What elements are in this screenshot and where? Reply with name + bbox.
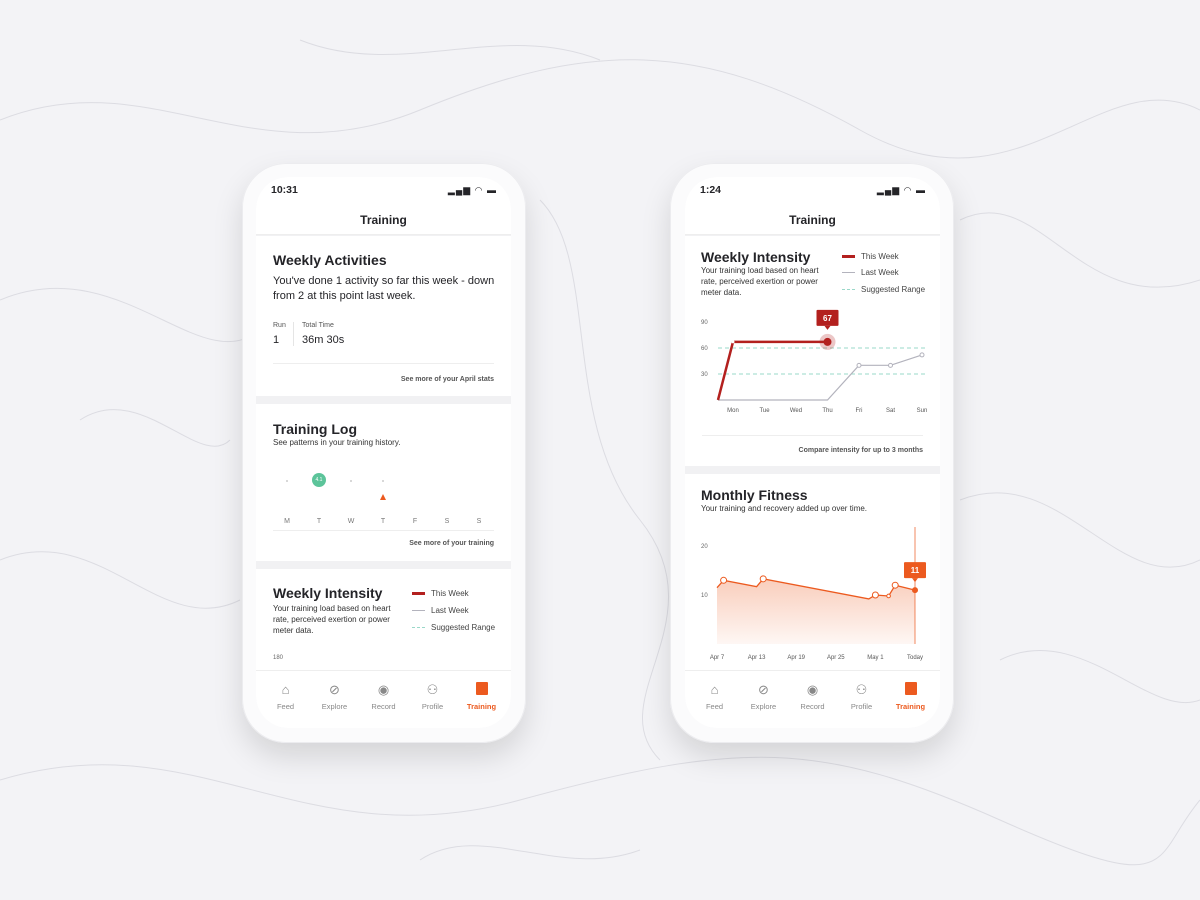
x-tick-label: Mon bbox=[727, 408, 739, 414]
legend: This Week Last Week Suggested Range bbox=[412, 587, 495, 633]
tab-training[interactable]: Training bbox=[888, 671, 934, 728]
tab-training[interactable]: Training bbox=[459, 671, 505, 728]
training-log-link[interactable]: See more of your training bbox=[409, 540, 494, 547]
home-icon: ⌂ bbox=[281, 682, 290, 697]
highlight-point bbox=[823, 337, 832, 346]
last-week-point bbox=[919, 352, 925, 358]
y-tick: 180 bbox=[273, 655, 284, 661]
y-tick-label: 10 bbox=[701, 593, 708, 599]
weekly-intensity-card: Weekly Intensity Your training load base… bbox=[256, 569, 511, 679]
record-icon: ◉ bbox=[806, 682, 819, 697]
activity-summary: You've done 1 activity so far this week … bbox=[273, 275, 495, 302]
status-icons: ▂▄▆ ◠ ▬ bbox=[447, 185, 497, 195]
y-tick-label: 30 bbox=[701, 372, 708, 378]
record-icon: ◉ bbox=[377, 682, 390, 697]
legend-last-week: Last Week bbox=[431, 605, 469, 615]
tab-explore[interactable]: ⊘ Explore bbox=[312, 671, 358, 728]
last-week-point bbox=[856, 362, 862, 368]
today-marker-icon bbox=[380, 494, 386, 500]
legend-suggested-range: Suggested Range bbox=[431, 622, 496, 632]
profile-icon: ⚇ bbox=[855, 682, 868, 697]
day-label: W bbox=[347, 518, 355, 525]
calendar-chart-icon bbox=[903, 682, 919, 698]
tab-bar: ⌂ Feed ⊘ Explore ◉ Record ⚇ Profile Training bbox=[256, 670, 511, 728]
x-tick-label: Wed bbox=[790, 408, 802, 414]
phone-left: 10:31 ▂▄▆ ◠ ▬ Training Weekly Activities… bbox=[242, 163, 526, 743]
day-label: T bbox=[316, 518, 322, 525]
april-stats-link[interactable]: See more of your April stats bbox=[401, 376, 494, 383]
fitness-point bbox=[891, 581, 899, 589]
x-tick-label: Today bbox=[907, 655, 923, 661]
profile-icon: ⚇ bbox=[426, 682, 439, 697]
compass-icon: ⊘ bbox=[329, 682, 340, 697]
x-tick-label: May 1 bbox=[867, 655, 884, 661]
charts-layer: 30 60 90 Mon Tue Wed Thu Fri Sat Sun 67 10 20 Apr 7 Ap… bbox=[701, 309, 928, 661]
card-subtitle: Your training load based on heart rate, … bbox=[273, 604, 391, 635]
fitness-point bbox=[759, 575, 767, 583]
x-tick-label: Thu bbox=[822, 408, 832, 414]
tab-bar: ⌂ Feed ⊘ Explore ◉ Record ⚇ Profile Training bbox=[685, 670, 940, 728]
card-title: Weekly Intensity bbox=[273, 585, 383, 601]
this-week-line bbox=[716, 340, 828, 401]
empty-day-dot bbox=[286, 480, 288, 482]
weekly-activities-card: Weekly Activities You've done 1 activity… bbox=[256, 236, 511, 396]
topographic-background bbox=[0, 39, 1200, 866]
y-tick-label: 90 bbox=[701, 320, 708, 326]
screen-left: 10:31 ▂▄▆ ◠ ▬ Training Weekly Activities… bbox=[256, 177, 511, 728]
training-log-card: Training Log See patterns in your traini… bbox=[256, 404, 511, 561]
empty-day-dot bbox=[350, 480, 352, 482]
stat-value: 1 bbox=[273, 334, 280, 346]
last-week-line bbox=[718, 354, 923, 401]
x-tick-label: Sun bbox=[917, 408, 928, 414]
card-title: Training Log bbox=[273, 421, 357, 437]
tooltip-value: 67 bbox=[823, 314, 832, 323]
day-label: M bbox=[284, 518, 290, 525]
calendar-chart-icon bbox=[474, 682, 490, 698]
tab-profile[interactable]: ⚇ Profile bbox=[410, 671, 456, 728]
activity-bubble[interactable]: 4.1 bbox=[312, 473, 326, 487]
x-tick-label: Apr 7 bbox=[710, 655, 725, 661]
x-tick-label: Tue bbox=[759, 408, 770, 414]
today-point bbox=[912, 587, 918, 594]
legend-this-week: This Week bbox=[431, 588, 469, 598]
stat-label: Total Time bbox=[302, 322, 334, 329]
screen-right: 1:24 ▂▄▆ ◠ ▬ Training Weekly Intensity Y… bbox=[685, 177, 940, 728]
tooltip-value: 11 bbox=[911, 566, 920, 575]
fitness-point bbox=[720, 576, 728, 584]
tab-explore[interactable]: ⊘ Explore bbox=[741, 671, 787, 728]
tab-feed[interactable]: ⌂ Feed bbox=[263, 671, 309, 728]
y-tick-label: 20 bbox=[701, 544, 708, 550]
tooltip-pointer bbox=[912, 578, 918, 583]
day-label: T bbox=[380, 518, 386, 525]
stat-value: 36m 30s bbox=[302, 334, 345, 346]
fitness-point bbox=[871, 591, 879, 599]
day-label: F bbox=[412, 518, 418, 525]
page-title: Training bbox=[360, 213, 407, 227]
phone-right: 1:24 ▂▄▆ ◠ ▬ Training Weekly Intensity Y… bbox=[670, 163, 954, 743]
day-label: S bbox=[444, 518, 450, 525]
tooltip-pointer bbox=[824, 325, 831, 330]
x-tick-label: Apr 25 bbox=[827, 655, 845, 661]
status-time: 10:31 bbox=[271, 184, 298, 196]
home-icon: ⌂ bbox=[710, 682, 719, 697]
this-week-point bbox=[731, 340, 735, 344]
tab-profile[interactable]: ⚇ Profile bbox=[839, 671, 885, 728]
x-tick-label: Apr 19 bbox=[787, 655, 805, 661]
card-title: Weekly Activities bbox=[273, 252, 387, 268]
tab-record[interactable]: ◉ Record bbox=[790, 671, 836, 728]
tab-feed[interactable]: ⌂ Feed bbox=[692, 671, 738, 728]
day-label: S bbox=[476, 518, 482, 525]
compass-icon: ⊘ bbox=[758, 682, 769, 697]
x-tick-label: Apr 13 bbox=[748, 655, 766, 661]
tab-record[interactable]: ◉ Record bbox=[361, 671, 407, 728]
stat-label: Run bbox=[273, 322, 286, 329]
x-tick-label: Sat bbox=[886, 408, 895, 414]
card-subtitle: See patterns in your training history. bbox=[273, 438, 401, 447]
fitness-point bbox=[886, 593, 891, 599]
x-tick-label: Fri bbox=[856, 408, 863, 414]
last-week-point bbox=[888, 362, 893, 368]
empty-day-dot bbox=[382, 480, 384, 482]
y-tick-label: 60 bbox=[701, 346, 708, 352]
